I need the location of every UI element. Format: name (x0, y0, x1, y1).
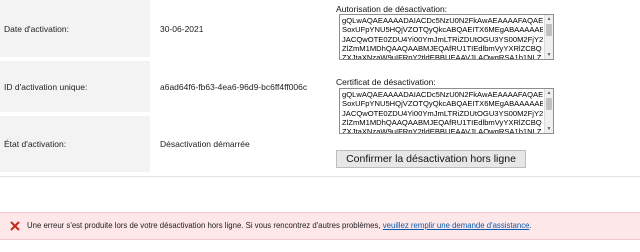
activation-state-value: Désactivation démarrée (160, 116, 330, 172)
authorization-textarea[interactable]: gQLwAQAEAAAADAIACDc5NzU0N2FkAwAEAAAAFAQA… (339, 14, 554, 60)
activation-date-value-text: 30-06-2021 (160, 23, 204, 34)
activation-state-label-text: État d'activation: (4, 139, 67, 149)
activation-date-value: 30-06-2021 (160, 0, 330, 57)
activation-id-label: ID d'activation unique: (0, 61, 150, 112)
error-message: Une erreur s'est produite lors de votre … (27, 221, 532, 230)
activation-date-label-text: Date d'activation: (4, 23, 69, 34)
activation-date-label: Date d'activation: (0, 0, 150, 57)
certificate-textarea[interactable]: gQLwAQAEAAAADAIACDc5NzU0N2FkAwAEAAAAFAQA… (339, 88, 554, 134)
error-message-text: Une erreur s'est produite lors de votre … (27, 221, 383, 230)
authorization-text[interactable]: gQLwAQAEAAAADAIACDc5NzU0N2FkAwAEAAAAFAQA… (342, 16, 543, 59)
activation-state-label: État d'activation: (0, 116, 150, 172)
deactivation-panel: Date d'activation: 30-06-2021 ID d'activ… (0, 0, 640, 176)
certificate-label: Certificat de désactivation: (336, 77, 436, 87)
scroll-up-arrow-icon[interactable]: ▲ (546, 16, 552, 22)
authorization-label: Autorisation de désactivation: (336, 4, 448, 14)
activation-id-label-text: ID d'activation unique: (4, 81, 88, 92)
close-x-icon (10, 221, 20, 231)
authorization-scrollbar[interactable]: ▲ ▼ (544, 15, 553, 59)
certificate-text[interactable]: gQLwAQAEAAAADAIACDc5NzU0N2FkAwAEAAAAFAQA… (342, 90, 543, 133)
scroll-up-arrow-icon[interactable]: ▲ (546, 90, 552, 96)
scroll-thumb[interactable] (546, 24, 552, 36)
activation-state-value-text: Désactivation démarrée (160, 139, 250, 149)
scroll-thumb[interactable] (546, 98, 552, 110)
error-message-suffix: . (529, 221, 532, 230)
section-divider (0, 176, 640, 177)
scroll-down-arrow-icon[interactable]: ▼ (546, 52, 552, 58)
scroll-down-arrow-icon[interactable]: ▼ (546, 126, 552, 132)
confirm-offline-deactivation-button[interactable]: Confirmer la désactivation hors ligne (336, 150, 526, 168)
support-request-link[interactable]: veuillez remplir une demande d'assistanc… (383, 221, 530, 230)
activation-id-value: a6ad64f6-fb63-4ea6-96d9-bc6ff4ff006c (160, 61, 335, 112)
activation-id-value-text: a6ad64f6-fb63-4ea6-96d9-bc6ff4ff006c (160, 81, 308, 92)
error-banner: Une erreur s'est produite lors de votre … (0, 212, 640, 240)
certificate-scrollbar[interactable]: ▲ ▼ (544, 89, 553, 133)
